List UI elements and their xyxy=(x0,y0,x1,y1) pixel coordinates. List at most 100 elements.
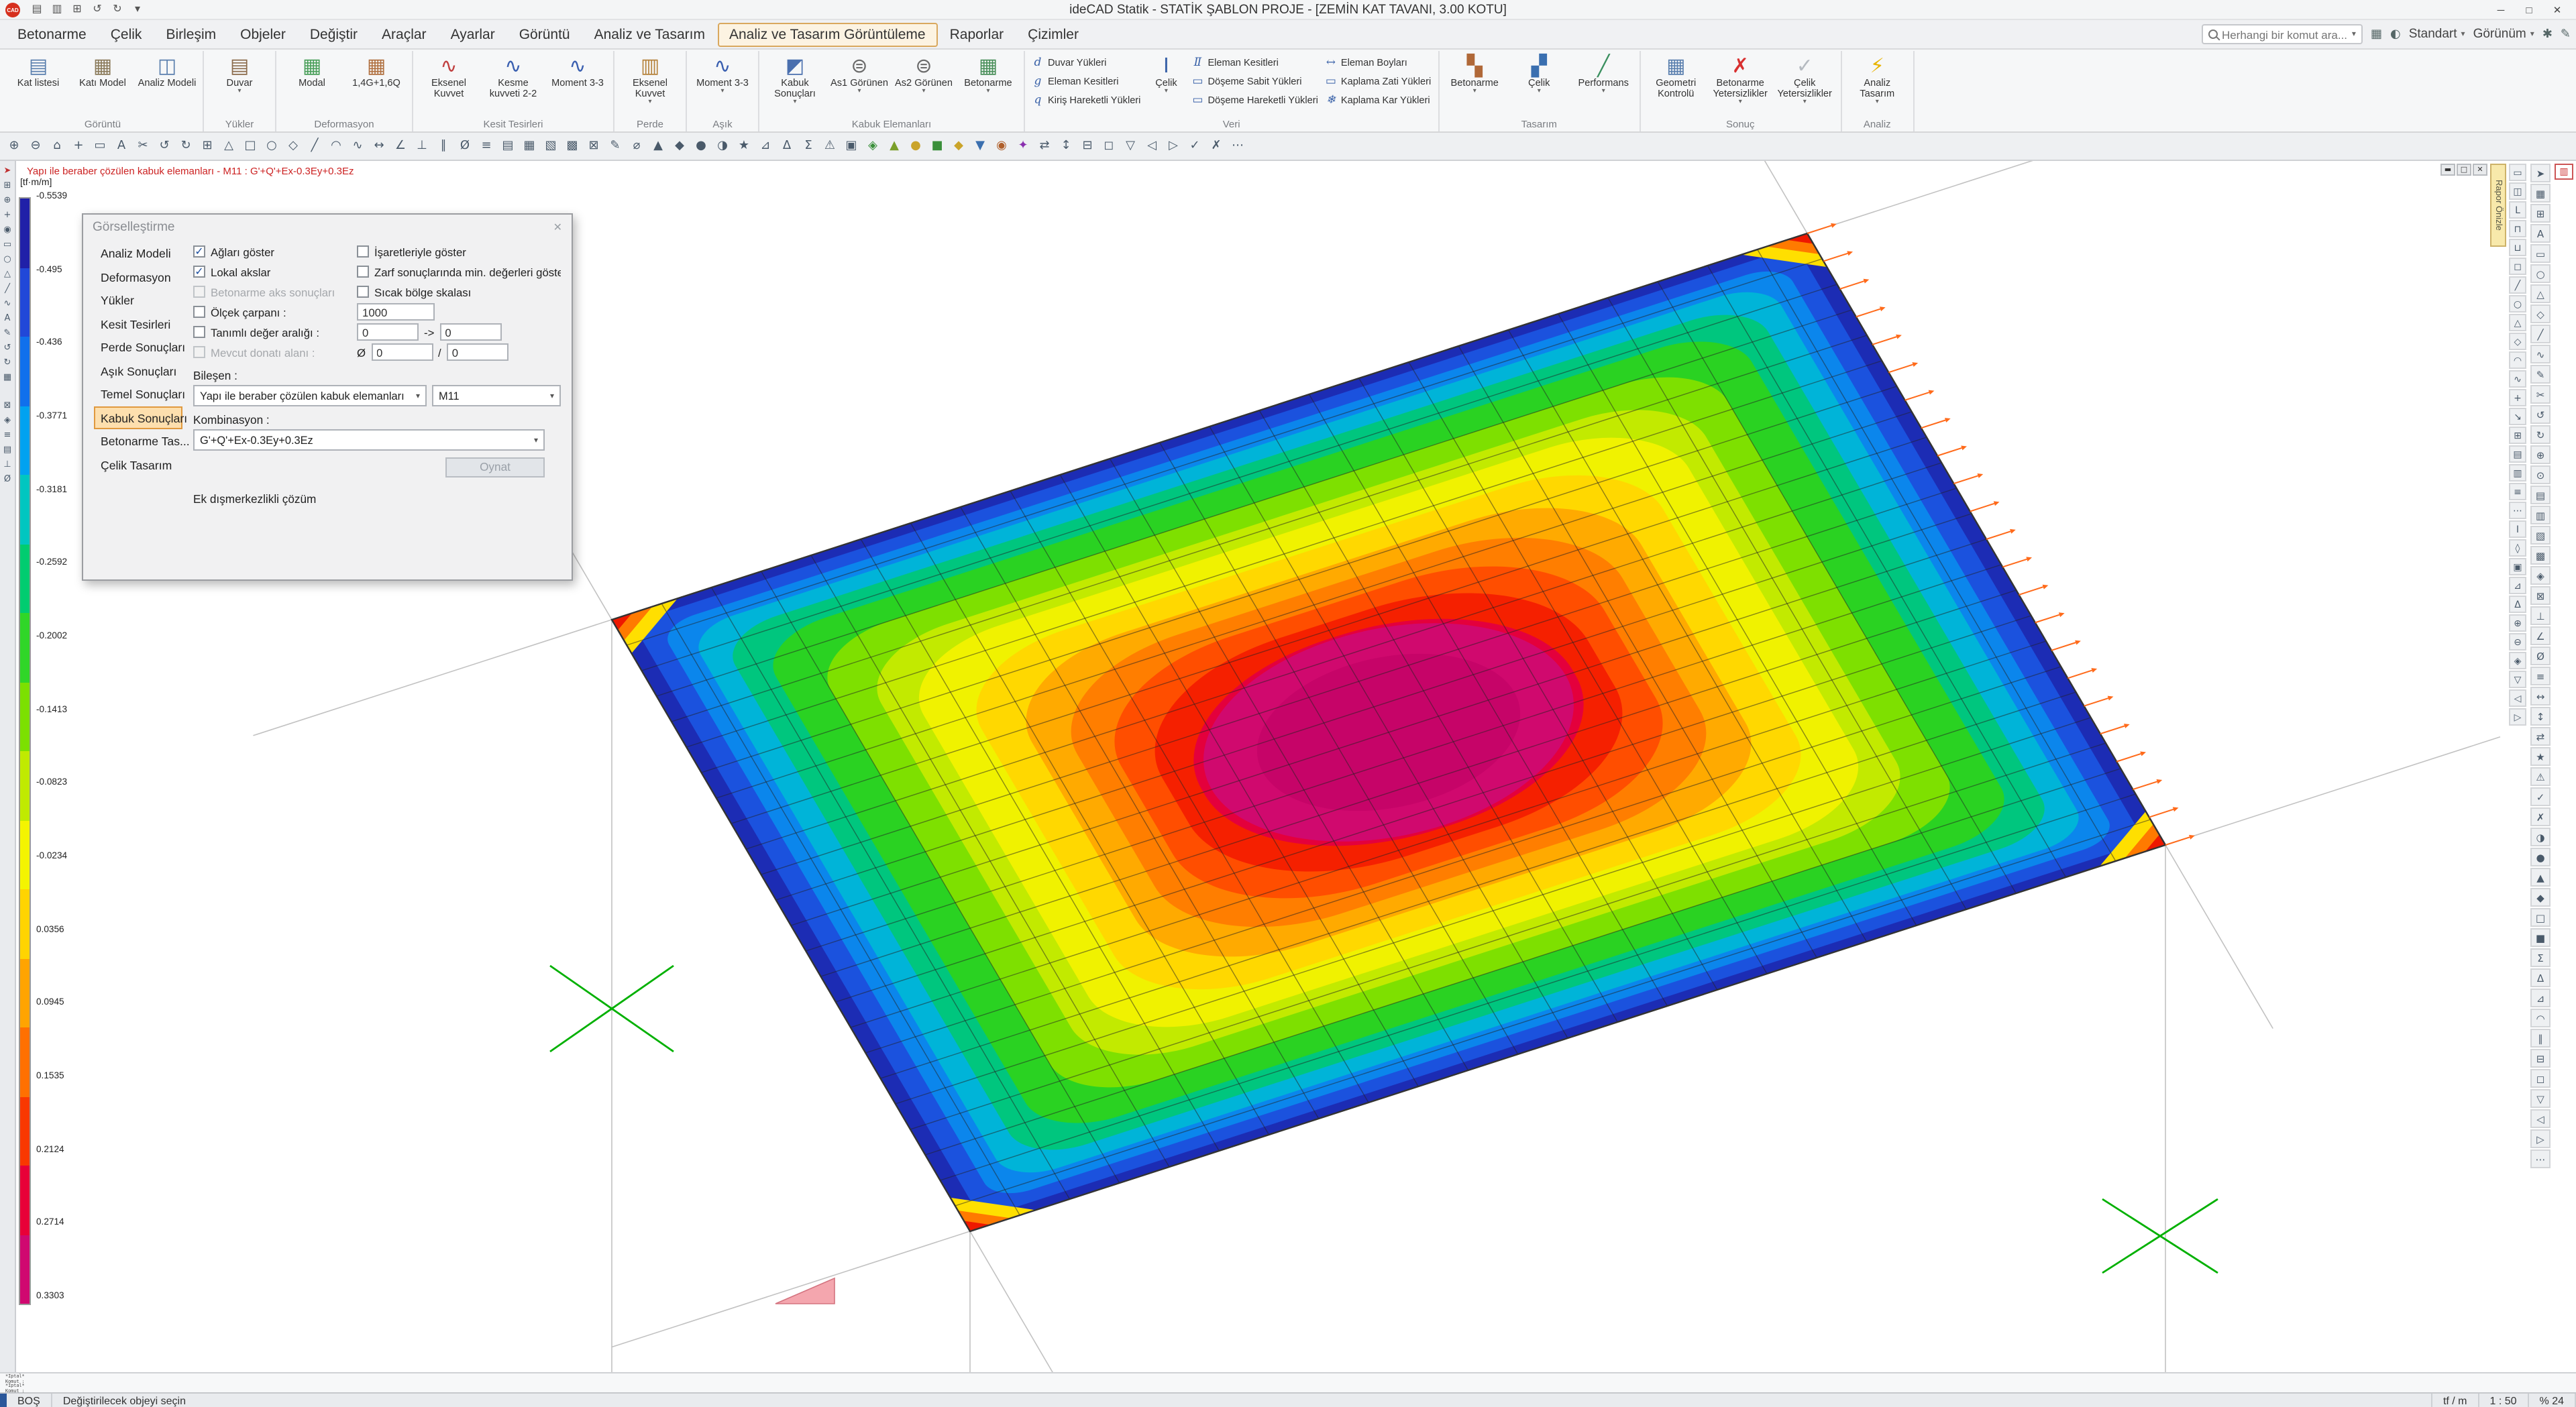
drawing-tool-icon[interactable]: □ xyxy=(240,135,260,157)
dialog-list-item-deformasyon[interactable]: Deformasyon xyxy=(94,265,182,288)
menu-item-g-r-nt[interactable]: Görüntü xyxy=(507,21,582,48)
right-toolbar-icon[interactable]: ▥ xyxy=(2530,506,2551,524)
dialog-close-icon[interactable]: ✕ xyxy=(553,221,562,233)
drawing-tool-icon[interactable]: ▦ xyxy=(519,135,539,157)
drawing-tool-icon[interactable]: ⊿ xyxy=(755,135,775,157)
right-toolbar-icon[interactable]: ⊓ xyxy=(2509,220,2526,237)
right-toolbar-icon[interactable]: ↺ xyxy=(2530,405,2551,424)
rebar-diameter-input[interactable] xyxy=(371,343,433,361)
right-toolbar-icon[interactable]: ↻ xyxy=(2530,425,2551,444)
combination-dropdown[interactable]: G'+Q'+Ex-0.3Ey+0.3Ez ▾ xyxy=(193,429,545,451)
right-toolbar-icon[interactable]: ▦ xyxy=(2530,184,2551,203)
right-toolbar-icon[interactable]: ● xyxy=(2530,848,2551,866)
menu-item-betonarme[interactable]: Betonarme xyxy=(5,21,99,48)
layout-grid-icon[interactable]: ▦ xyxy=(2371,27,2382,41)
status-unit[interactable]: tf / m xyxy=(2432,1394,2479,1407)
drawing-tool-icon[interactable]: ◠ xyxy=(326,135,346,157)
ribbon-button-eksenel-kuvvet[interactable]: ▥Eksenel Kuvvet▾ xyxy=(619,52,682,117)
drawing-tool-icon[interactable]: ╱ xyxy=(305,135,325,157)
command-log[interactable]: *İptal*Komut :*İptal*Komut : xyxy=(0,1372,2576,1392)
mdi-minimize-button[interactable]: ▬ xyxy=(2440,164,2455,176)
command-search[interactable]: ▾ xyxy=(2202,24,2363,44)
drawing-tool-icon[interactable]: ▷ xyxy=(1163,135,1183,157)
left-toolbar-icon[interactable]: ➤ xyxy=(1,164,14,177)
left-toolbar-icon[interactable]: A xyxy=(1,311,14,325)
right-toolbar-icon[interactable]: ≡ xyxy=(2509,483,2526,500)
right-toolbar-icon[interactable]: ⊞ xyxy=(2509,427,2526,444)
right-toolbar-icon[interactable]: ▷ xyxy=(2509,708,2526,726)
drawing-tool-icon[interactable]: ▩ xyxy=(562,135,582,157)
dialog-list-item-a-k-sonu-lar[interactable]: Aşık Sonuçları xyxy=(94,359,182,382)
right-toolbar-icon[interactable]: ⊕ xyxy=(2509,614,2526,632)
scale-factor-input[interactable] xyxy=(357,303,435,321)
workspace-preset-dropdown[interactable]: Standart ▾ xyxy=(2409,27,2465,42)
component-type-dropdown[interactable]: Yapı ile beraber çözülen kabuk elemanlar… xyxy=(193,385,427,406)
minimize-button[interactable]: ─ xyxy=(2487,1,2514,18)
drawing-tool-icon[interactable]: ∿ xyxy=(347,135,368,157)
ribbon-button-betonarme[interactable]: ▚Betonarme▾ xyxy=(1443,52,1506,117)
right-toolbar-icon[interactable]: ↘ xyxy=(2509,408,2526,425)
ribbon-button-betonarme[interactable]: ▦Betonarme▾ xyxy=(957,52,1020,117)
drawing-tool-icon[interactable]: ▲ xyxy=(648,135,668,157)
drawing-tool-icon[interactable]: ◑ xyxy=(712,135,733,157)
ribbon-button-kat-listesi[interactable]: ▤Kat listesi xyxy=(7,52,70,117)
dialog-list-item-y-kler[interactable]: Yükler xyxy=(94,288,182,312)
drawing-tool-icon[interactable]: ↺ xyxy=(154,135,174,157)
rebar-spacing-input[interactable] xyxy=(447,343,508,361)
scale-factor-checkbox[interactable] xyxy=(193,306,205,318)
drawing-tool-icon[interactable]: ⊕ xyxy=(4,135,24,157)
ribbon-button-eleman-boylar[interactable]: ↔Eleman Boyları xyxy=(1325,54,1431,71)
drawing-tool-icon[interactable]: ◻ xyxy=(1099,135,1119,157)
menu-item-analiz-ve-tasar-m[interactable]: Analiz ve Tasarım xyxy=(582,21,717,48)
right-toolbar-icon[interactable]: □ xyxy=(2530,908,2551,927)
mdi-close-button[interactable]: ✕ xyxy=(2473,164,2487,176)
right-toolbar-icon[interactable]: ▷ xyxy=(2530,1129,2551,1148)
right-toolbar-icon[interactable]: ▭ xyxy=(2509,164,2526,181)
right-toolbar-icon[interactable]: ◑ xyxy=(2530,828,2551,846)
right-toolbar-icon[interactable]: ○ xyxy=(2530,264,2551,283)
ribbon-button-moment-3-3[interactable]: ∿Moment 3-3▾ xyxy=(691,52,754,117)
hot-zone-scale-checkbox[interactable] xyxy=(357,286,369,298)
menu-item-de-i-tir[interactable]: Değiştir xyxy=(298,21,370,48)
drawing-tool-icon[interactable]: ⊖ xyxy=(25,135,46,157)
right-toolbar-icon[interactable]: ◆ xyxy=(2530,888,2551,907)
status-zoom[interactable]: % 24 xyxy=(2529,1394,2576,1407)
drawing-tool-icon[interactable]: ◆ xyxy=(949,135,969,157)
right-toolbar-icon[interactable]: ⇄ xyxy=(2530,727,2551,746)
right-toolbar-icon[interactable]: ✎ xyxy=(2530,365,2551,384)
play-button[interactable]: Oynat xyxy=(445,457,545,477)
left-toolbar-icon[interactable]: ≡ xyxy=(1,428,14,441)
ribbon-button-modal[interactable]: ▦Modal xyxy=(280,52,343,117)
range-to-input[interactable] xyxy=(439,323,501,341)
ribbon-button-kaplama-zati-y-kleri[interactable]: ▭Kaplama Zati Yükleri xyxy=(1325,72,1431,90)
left-toolbar-icon[interactable]: ↻ xyxy=(1,355,14,369)
right-toolbar-icon[interactable]: ■ xyxy=(2530,928,2551,947)
drawing-tool-icon[interactable]: A xyxy=(111,135,131,157)
right-toolbar-icon[interactable]: ◠ xyxy=(2530,1009,2551,1027)
search-dropdown-icon[interactable]: ▾ xyxy=(2352,30,2356,39)
ribbon-button-performans[interactable]: ╱Performans▾ xyxy=(1572,52,1635,117)
right-toolbar-icon[interactable]: Ø xyxy=(2530,646,2551,665)
left-toolbar-icon[interactable]: ◉ xyxy=(1,223,14,236)
right-toolbar-icon[interactable]: ∿ xyxy=(2509,370,2526,388)
right-toolbar-icon[interactable]: ◠ xyxy=(2509,351,2526,369)
right-toolbar-icon[interactable]: ⋯ xyxy=(2509,502,2526,519)
local-axes-checkbox[interactable] xyxy=(193,266,205,278)
ribbon-button-betonarme-yetersizlikler[interactable]: ✗Betonarme Yetersizlikler▾ xyxy=(1709,52,1772,117)
right-toolbar-icon[interactable]: ▭ xyxy=(2530,244,2551,263)
left-toolbar-icon[interactable]: ▤ xyxy=(1,443,14,456)
ribbon-button-d-eme-hareketli-y-kleri[interactable]: ▭Döşeme Hareketli Yükleri xyxy=(1191,91,1318,109)
right-toolbar-icon[interactable]: ▲ xyxy=(2530,868,2551,887)
drawing-tool-icon[interactable]: ▭ xyxy=(90,135,110,157)
show-mesh-checkbox[interactable] xyxy=(193,245,205,258)
right-toolbar-icon[interactable]: ╱ xyxy=(2530,325,2551,343)
right-toolbar-icon[interactable]: ⊿ xyxy=(2530,989,2551,1007)
ribbon-button-analiz-tasar-m[interactable]: ⚡Analiz Tasarım▾ xyxy=(1845,52,1909,117)
left-toolbar-icon[interactable]: ∿ xyxy=(1,296,14,310)
drawing-tool-icon[interactable]: ⊟ xyxy=(1077,135,1097,157)
drawing-tool-icon[interactable]: ▧ xyxy=(541,135,561,157)
left-toolbar-icon[interactable]: ⊥ xyxy=(1,457,14,471)
ribbon-button-eleman-kesitleri[interactable]: gEleman Kesitleri xyxy=(1032,72,1140,90)
menu-item-raporlar[interactable]: Raporlar xyxy=(938,21,1016,48)
dialog-list-item-betonarme-tas[interactable]: Betonarme Tas... xyxy=(94,429,182,453)
